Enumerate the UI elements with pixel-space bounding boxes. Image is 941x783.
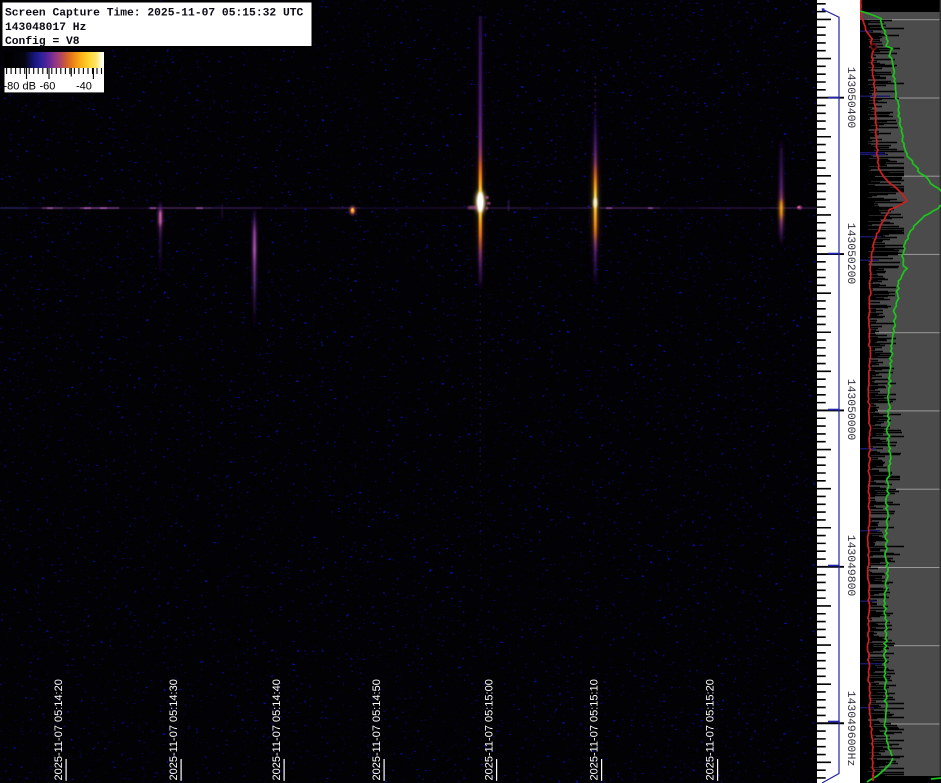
- svg-text:Config = V8: Config = V8: [5, 36, 80, 48]
- svg-text:Hz: Hz: [844, 753, 856, 767]
- svg-text:143050000: 143050000: [844, 379, 856, 441]
- svg-text:2025-11-07 05:14:20: 2025-11-07 05:14:20: [53, 679, 65, 780]
- svg-text:2025-11-07 05:15:20: 2025-11-07 05:15:20: [705, 679, 717, 780]
- svg-text:143049600: 143049600: [844, 691, 856, 753]
- svg-text:-40: -40: [76, 81, 92, 93]
- svg-text:2025-11-07 05:14:40: 2025-11-07 05:14:40: [271, 679, 283, 780]
- svg-text:-60: -60: [40, 81, 56, 93]
- svg-text:143048017 Hz: 143048017 Hz: [5, 22, 86, 34]
- svg-text:2025-11-07 05:15:10: 2025-11-07 05:15:10: [589, 679, 601, 780]
- svg-text:2025-11-07 05:14:50: 2025-11-07 05:14:50: [371, 679, 383, 780]
- svg-text:2025-11-07 05:14:30: 2025-11-07 05:14:30: [168, 679, 180, 780]
- svg-text:-80 dB: -80 dB: [4, 81, 36, 93]
- svg-text:143050400: 143050400: [844, 67, 856, 129]
- svg-text:2025-11-07 05:15:00: 2025-11-07 05:15:00: [484, 679, 496, 780]
- svg-text:143049800: 143049800: [844, 535, 856, 597]
- svg-text:143050200: 143050200: [844, 223, 856, 285]
- svg-text:Screen Capture Time: 2025-11-0: Screen Capture Time: 2025-11-07 05:15:32…: [5, 8, 304, 20]
